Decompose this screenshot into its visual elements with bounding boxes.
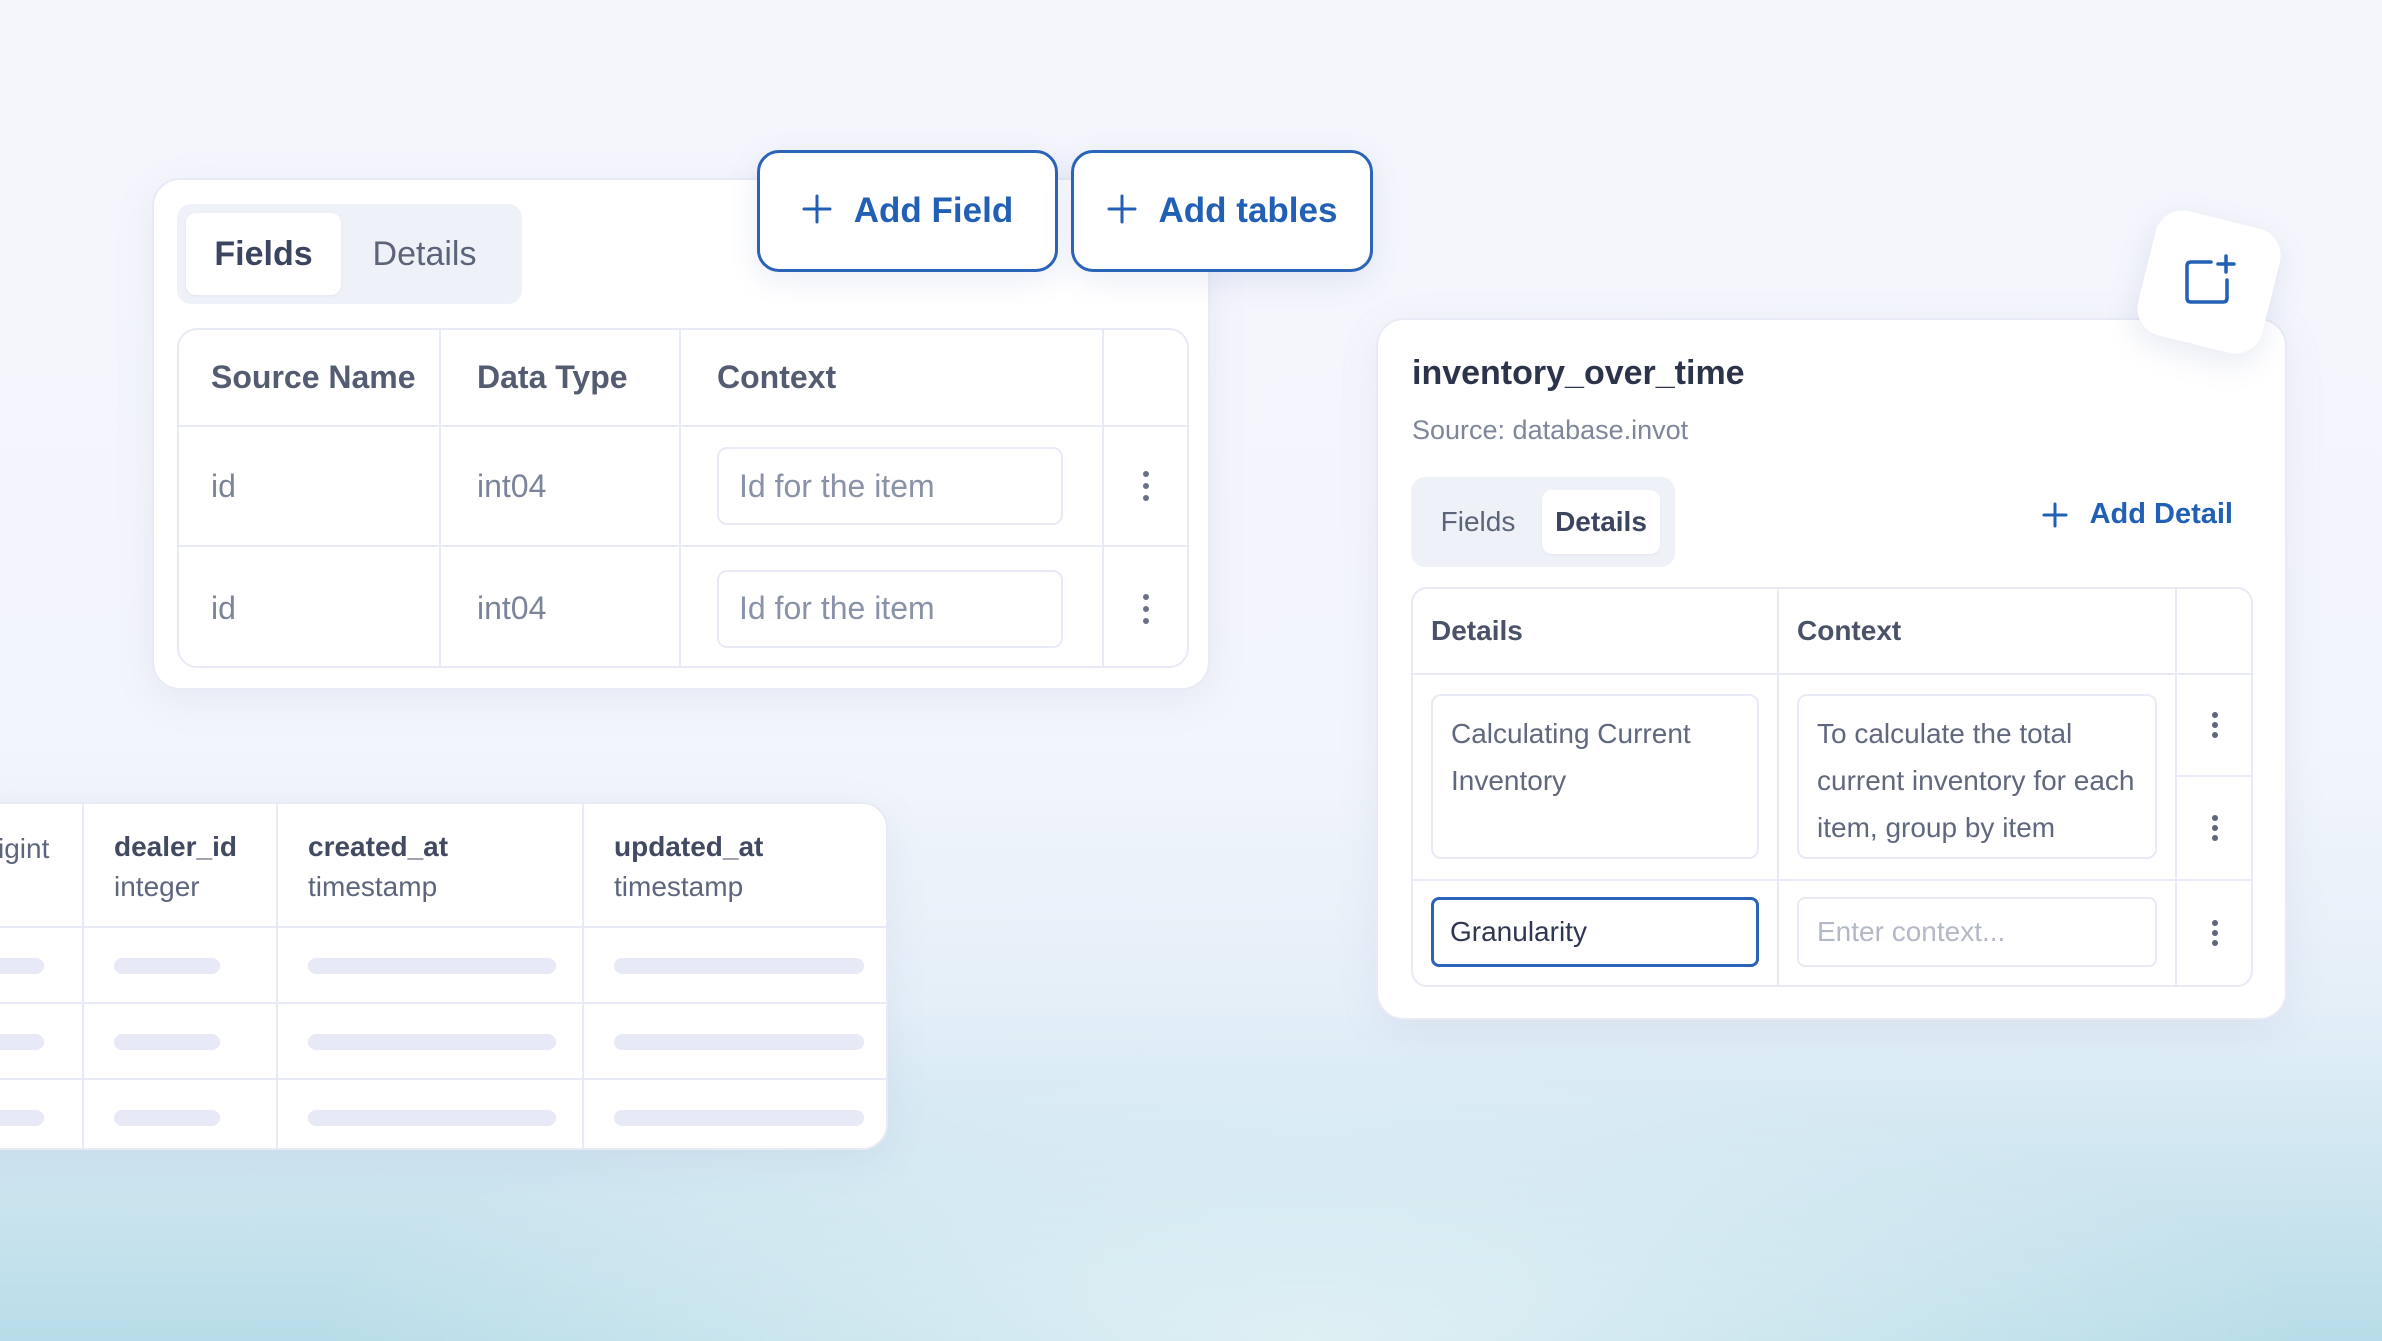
detail-card: inventory_over_time Source: database.inv… (1376, 318, 2287, 1020)
kebab-icon[interactable] (2200, 814, 2230, 842)
header-actions (1104, 330, 1187, 425)
source-name-cell: id (179, 427, 441, 545)
column-type: igint (0, 833, 50, 864)
column-divider (582, 804, 584, 1148)
add-tables-button[interactable]: Add tables (1071, 150, 1373, 272)
skeleton-bar (308, 1110, 556, 1126)
table-title: inventory_over_time (1412, 354, 1745, 392)
header-context: Context (681, 330, 1104, 425)
context-input[interactable]: Enter context... (1797, 897, 2157, 967)
tab-details[interactable]: Details (347, 213, 502, 295)
column-divider (82, 804, 84, 1148)
add-tables-label: Add tables (1158, 191, 1338, 230)
plus-icon (2042, 502, 2068, 527)
skeleton-bar (0, 1034, 44, 1050)
detail-card-tabs: Fields Details (1411, 477, 1675, 567)
column-divider (2175, 589, 2177, 985)
column-name: created_at (308, 831, 449, 862)
header-data-type: Data Type (441, 330, 681, 425)
details-table: Details Context Calculating Current Inve… (1411, 587, 2253, 987)
context-text-field[interactable]: To calculate the total current inventory… (1797, 694, 2157, 859)
column-type: timestamp (614, 871, 744, 902)
row-divider (2175, 775, 2251, 777)
column-name: dealer_id (114, 831, 237, 862)
skeleton-bar (0, 958, 44, 974)
kebab-icon[interactable] (1142, 593, 1150, 625)
row-divider (1413, 879, 2251, 881)
column-type: timestamp (308, 871, 438, 902)
column-divider (276, 804, 278, 1148)
skeleton-bar (614, 1034, 864, 1050)
skeleton-bar (308, 1034, 556, 1050)
table-row: id int04 Id for the item (179, 425, 1187, 545)
kebab-icon[interactable] (2200, 711, 2230, 739)
column-header: created_at timestamp (308, 828, 448, 908)
row-divider (0, 1078, 886, 1080)
row-actions-cell (1104, 547, 1187, 666)
source-name-cell: id (179, 547, 441, 666)
column-name: updated_at (614, 831, 764, 862)
column-type: integer (114, 871, 200, 902)
table-source: Source: database.invot (1412, 415, 1689, 445)
row-divider (1413, 673, 2251, 675)
tab-fields[interactable]: Fields (186, 213, 341, 295)
column-header: igint (0, 828, 49, 870)
column-divider (1777, 589, 1779, 985)
add-field-button[interactable]: Add Field (757, 150, 1058, 272)
detail-text-field[interactable]: Calculating Current Inventory (1431, 694, 1759, 859)
skeleton-bar (614, 1110, 864, 1126)
kebab-icon[interactable] (2200, 919, 2230, 947)
skeleton-bar (114, 958, 220, 974)
table-row: id int04 Id for the item (179, 545, 1187, 666)
tab-fields[interactable]: Fields (1420, 490, 1536, 554)
header-details: Details (1431, 615, 1523, 646)
header-source-name: Source Name (179, 330, 441, 425)
add-detail-label: Add Detail (2089, 498, 2233, 530)
context-input[interactable]: Id for the item (717, 447, 1063, 525)
header-context: Context (1797, 615, 1902, 646)
fields-table: Source Name Data Type Context id int04 I… (177, 328, 1189, 668)
plus-icon (1107, 185, 1137, 233)
plus-icon (802, 185, 832, 233)
add-detail-button[interactable]: Add Detail (2042, 498, 2233, 531)
skeleton-bar (308, 958, 556, 974)
skeleton-bar (0, 1110, 44, 1126)
skeleton-bar (114, 1034, 220, 1050)
context-cell: Id for the item (681, 547, 1104, 666)
column-header: updated_at timestamp (614, 828, 763, 908)
fields-table-header: Source Name Data Type Context (179, 330, 1187, 425)
skeleton-bar (614, 958, 864, 974)
add-field-label: Add Field (853, 191, 1014, 230)
skeleton-bar (114, 1110, 220, 1126)
row-actions-cell (1104, 427, 1187, 545)
tab-details[interactable]: Details (1542, 490, 1660, 554)
column-header: dealer_id integer (114, 828, 237, 908)
columns-card: igint dealer_id integer created_at times… (0, 802, 888, 1150)
data-type-cell: int04 (441, 547, 681, 666)
kebab-icon[interactable] (1142, 470, 1150, 502)
context-input[interactable]: Id for the item (717, 569, 1063, 648)
detail-input-active[interactable]: Granularity (1431, 897, 1759, 967)
context-cell: Id for the item (681, 427, 1104, 545)
row-divider (0, 1002, 886, 1004)
data-type-cell: int04 (441, 427, 681, 545)
row-divider (0, 926, 886, 928)
fields-card-tabs: Fields Details (177, 204, 522, 304)
